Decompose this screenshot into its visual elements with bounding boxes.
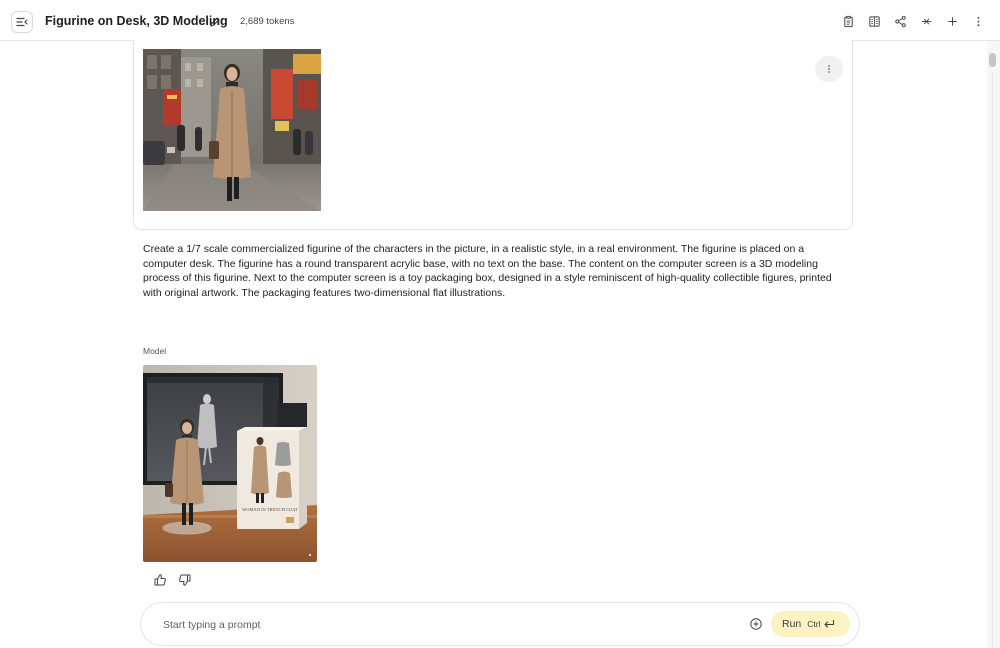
- token-count: 2,689 tokens: [240, 16, 295, 27]
- share-icon: [894, 15, 906, 27]
- clipboard-icon: [843, 15, 853, 27]
- more-options-button[interactable]: [971, 14, 985, 28]
- menu-collapse-icon: [16, 17, 28, 27]
- edit-icon: [210, 17, 220, 27]
- add-icon: [947, 16, 957, 26]
- run-shortcut: Ctrl: [807, 619, 821, 629]
- edit-title-button[interactable]: [209, 15, 221, 27]
- compare-icon: [868, 15, 880, 27]
- scrollbar-thumb[interactable]: [989, 53, 996, 67]
- page-title: Figurine on Desk, 3D Modeling: [45, 14, 228, 28]
- thumbs-up-icon: [154, 574, 166, 586]
- thumbs-up-button[interactable]: [153, 573, 167, 587]
- prompt-input[interactable]: [163, 616, 723, 634]
- share-button[interactable]: [893, 14, 907, 28]
- add-media-button[interactable]: [749, 617, 763, 631]
- more-vert-icon: [828, 65, 830, 73]
- clipboard-button[interactable]: [841, 14, 855, 28]
- scrollbar-track[interactable]: [987, 41, 1000, 648]
- generated-figurine-image[interactable]: WOMAN IN TRENCH COAT: [143, 365, 317, 562]
- scrollbar-rail: [992, 72, 993, 648]
- user-prompt-text: Create a 1/7 scale commercialized figuri…: [143, 243, 832, 299]
- message-options-button[interactable]: [815, 56, 843, 82]
- packaging-box-text: WOMAN IN TRENCH COAT: [242, 507, 298, 512]
- run-button[interactable]: Run Ctrl: [771, 611, 850, 637]
- model-label: Model: [143, 346, 167, 356]
- add-button[interactable]: [945, 14, 959, 28]
- compress-icon: [921, 17, 931, 25]
- thumbs-down-button[interactable]: [178, 573, 192, 587]
- thumbs-down-icon: [179, 574, 191, 586]
- compare-button[interactable]: [867, 14, 881, 28]
- top-bar: Figurine on Desk, 3D Modeling 2,689 toke…: [0, 0, 1000, 41]
- run-label: Run: [782, 618, 802, 630]
- enter-key-icon: [823, 619, 834, 628]
- menu-collapse-button[interactable]: [11, 11, 33, 33]
- compress-button[interactable]: [919, 14, 933, 28]
- more-vert-icon: [977, 16, 979, 26]
- add-circle-icon: [750, 618, 762, 630]
- uploaded-street-photo[interactable]: [143, 49, 321, 211]
